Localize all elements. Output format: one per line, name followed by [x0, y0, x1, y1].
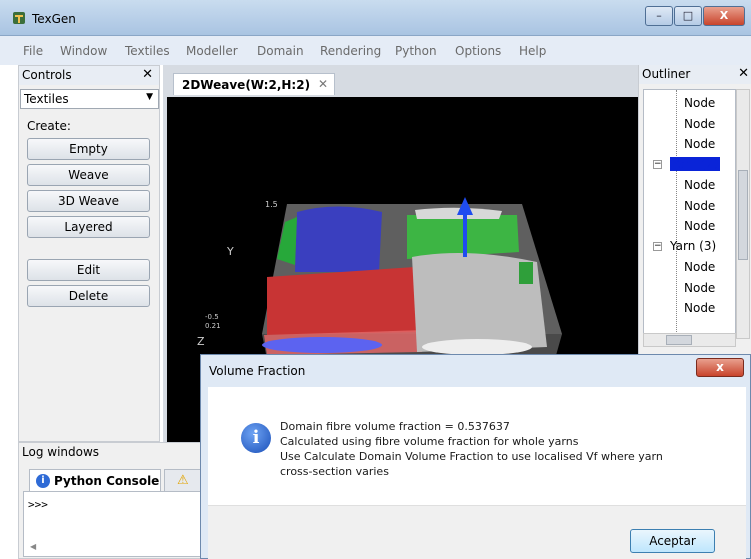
tree-node[interactable]: Node	[684, 260, 715, 274]
tree-yarn-3[interactable]: Yarn (3)	[670, 239, 716, 253]
dialog-close-button[interactable]: x	[696, 358, 744, 377]
close-window-button[interactable]: X	[703, 6, 745, 26]
menu-textiles[interactable]: Textiles	[125, 44, 170, 58]
close-icon[interactable]: ✕	[142, 67, 153, 82]
outliner-tree: Node Node Node − Yarn (2) Node Node Node…	[643, 89, 736, 339]
textiles-dropdown-value: Textiles	[24, 92, 69, 106]
python-console-area[interactable]: >>> ◀	[23, 491, 215, 557]
tab-2dweave[interactable]: 2DWeave(W:2,H:2) ✕	[173, 73, 335, 95]
scroll-left-icon[interactable]: ◀	[30, 542, 36, 551]
yarn-green-small	[519, 262, 533, 284]
outliner-hscrollbar[interactable]	[643, 333, 736, 347]
axis-label-y: Y	[226, 245, 234, 258]
layered-button[interactable]: Layered	[27, 216, 150, 238]
menu-domain[interactable]: Domain	[257, 44, 304, 58]
outliner-title: Outliner	[642, 67, 691, 81]
tree-node[interactable]: Node	[684, 96, 715, 110]
menu-help[interactable]: Help	[519, 44, 546, 58]
warning-icon: ⚠	[177, 473, 189, 488]
dialog-message-line-1: Domain fibre volume fraction = 0.537637	[280, 420, 510, 433]
dialog-message-line-4: cross-section varies	[280, 465, 389, 478]
axis-label-z: Z	[197, 335, 205, 348]
tree-node[interactable]: Node	[684, 117, 715, 131]
texgen-app-icon	[13, 12, 25, 24]
controls-panel: Controls ✕ Textiles ▼ Create: Empty Weav…	[18, 65, 160, 442]
tree-node[interactable]: Node	[684, 199, 715, 213]
tab-warnings[interactable]: ⚠	[164, 469, 204, 491]
tick-b: 0.21	[205, 322, 221, 330]
info-icon: i	[241, 423, 271, 453]
3d-weave-button[interactable]: 3D Weave	[27, 190, 150, 212]
create-label: Create:	[27, 119, 71, 133]
tree-guide-line	[676, 90, 677, 338]
dialog-title: Volume Fraction	[209, 364, 306, 378]
log-panel: Log windows i Python Console ⚠ >>> ◀	[18, 442, 218, 559]
delete-button[interactable]: Delete	[27, 285, 150, 307]
tree-expand-icon[interactable]: −	[653, 242, 662, 251]
tree-yarn-2-selected[interactable]: Yarn (2)	[670, 157, 721, 171]
maximize-button[interactable]: □	[674, 6, 702, 26]
controls-header: Controls ✕	[19, 66, 159, 85]
aceptar-button[interactable]: Aceptar	[630, 529, 715, 553]
tab-python-console-label: Python Console	[54, 474, 160, 488]
chevron-down-icon: ▼	[146, 92, 153, 102]
outliner-vscrollbar[interactable]	[736, 89, 750, 339]
tree-node[interactable]: Node	[684, 178, 715, 192]
menu-modeller[interactable]: Modeller	[186, 44, 238, 58]
outliner-panel: Outliner ✕ Node Node Node − Yarn (2) Nod…	[638, 65, 751, 355]
menu-file[interactable]: File	[23, 44, 43, 58]
hscroll-thumb[interactable]	[666, 335, 692, 345]
dialog-footer: Aceptar	[208, 505, 746, 559]
empty-button[interactable]: Empty	[27, 138, 150, 160]
close-tab-icon[interactable]: ✕	[318, 77, 328, 91]
controls-title: Controls	[22, 68, 72, 82]
dialog-message-line-2: Calculated using fibre volume fraction f…	[280, 435, 579, 448]
tree-expand-icon[interactable]: −	[653, 160, 662, 169]
menu-python[interactable]: Python	[395, 44, 437, 58]
tree-node[interactable]: Node	[684, 281, 715, 295]
menu-bar: File Window Textiles Modeller Domain Ren…	[0, 36, 751, 65]
edit-button[interactable]: Edit	[27, 259, 150, 281]
dialog-message-line-3: Use Calculate Domain Volume Fraction to …	[280, 450, 663, 463]
log-title: Log windows	[22, 445, 100, 459]
yarn-blue-end	[262, 337, 382, 353]
tab-2dweave-label: 2DWeave(W:2,H:2)	[182, 78, 311, 92]
title-bar: TexGen – □ X	[0, 0, 751, 36]
tab-python-console[interactable]: i Python Console	[29, 469, 161, 491]
weave-button[interactable]: Weave	[27, 164, 150, 186]
tick-top: 1.5	[265, 200, 278, 209]
info-icon: i	[36, 474, 50, 488]
yarn-white-end	[422, 339, 532, 355]
yarn-blue-top	[295, 206, 382, 272]
menu-window[interactable]: Window	[60, 44, 107, 58]
tree-node[interactable]: Node	[684, 219, 715, 233]
menu-rendering[interactable]: Rendering	[320, 44, 381, 58]
minimize-button[interactable]: –	[645, 6, 673, 26]
textiles-dropdown[interactable]: Textiles ▼	[20, 89, 159, 109]
app-title: TexGen	[32, 12, 76, 26]
console-prompt: >>>	[28, 498, 48, 511]
outliner-header: Outliner ✕	[639, 65, 751, 84]
yarn-red	[267, 267, 419, 335]
tree-node[interactable]: Node	[684, 137, 715, 151]
volume-fraction-dialog: Volume Fraction x i Domain fibre volume …	[200, 354, 751, 559]
tree-node[interactable]: Node	[684, 301, 715, 315]
close-icon[interactable]: ✕	[738, 66, 749, 81]
menu-options[interactable]: Options	[455, 44, 501, 58]
tick-a: -0.5	[205, 313, 219, 321]
scroll-thumb[interactable]	[738, 170, 748, 260]
